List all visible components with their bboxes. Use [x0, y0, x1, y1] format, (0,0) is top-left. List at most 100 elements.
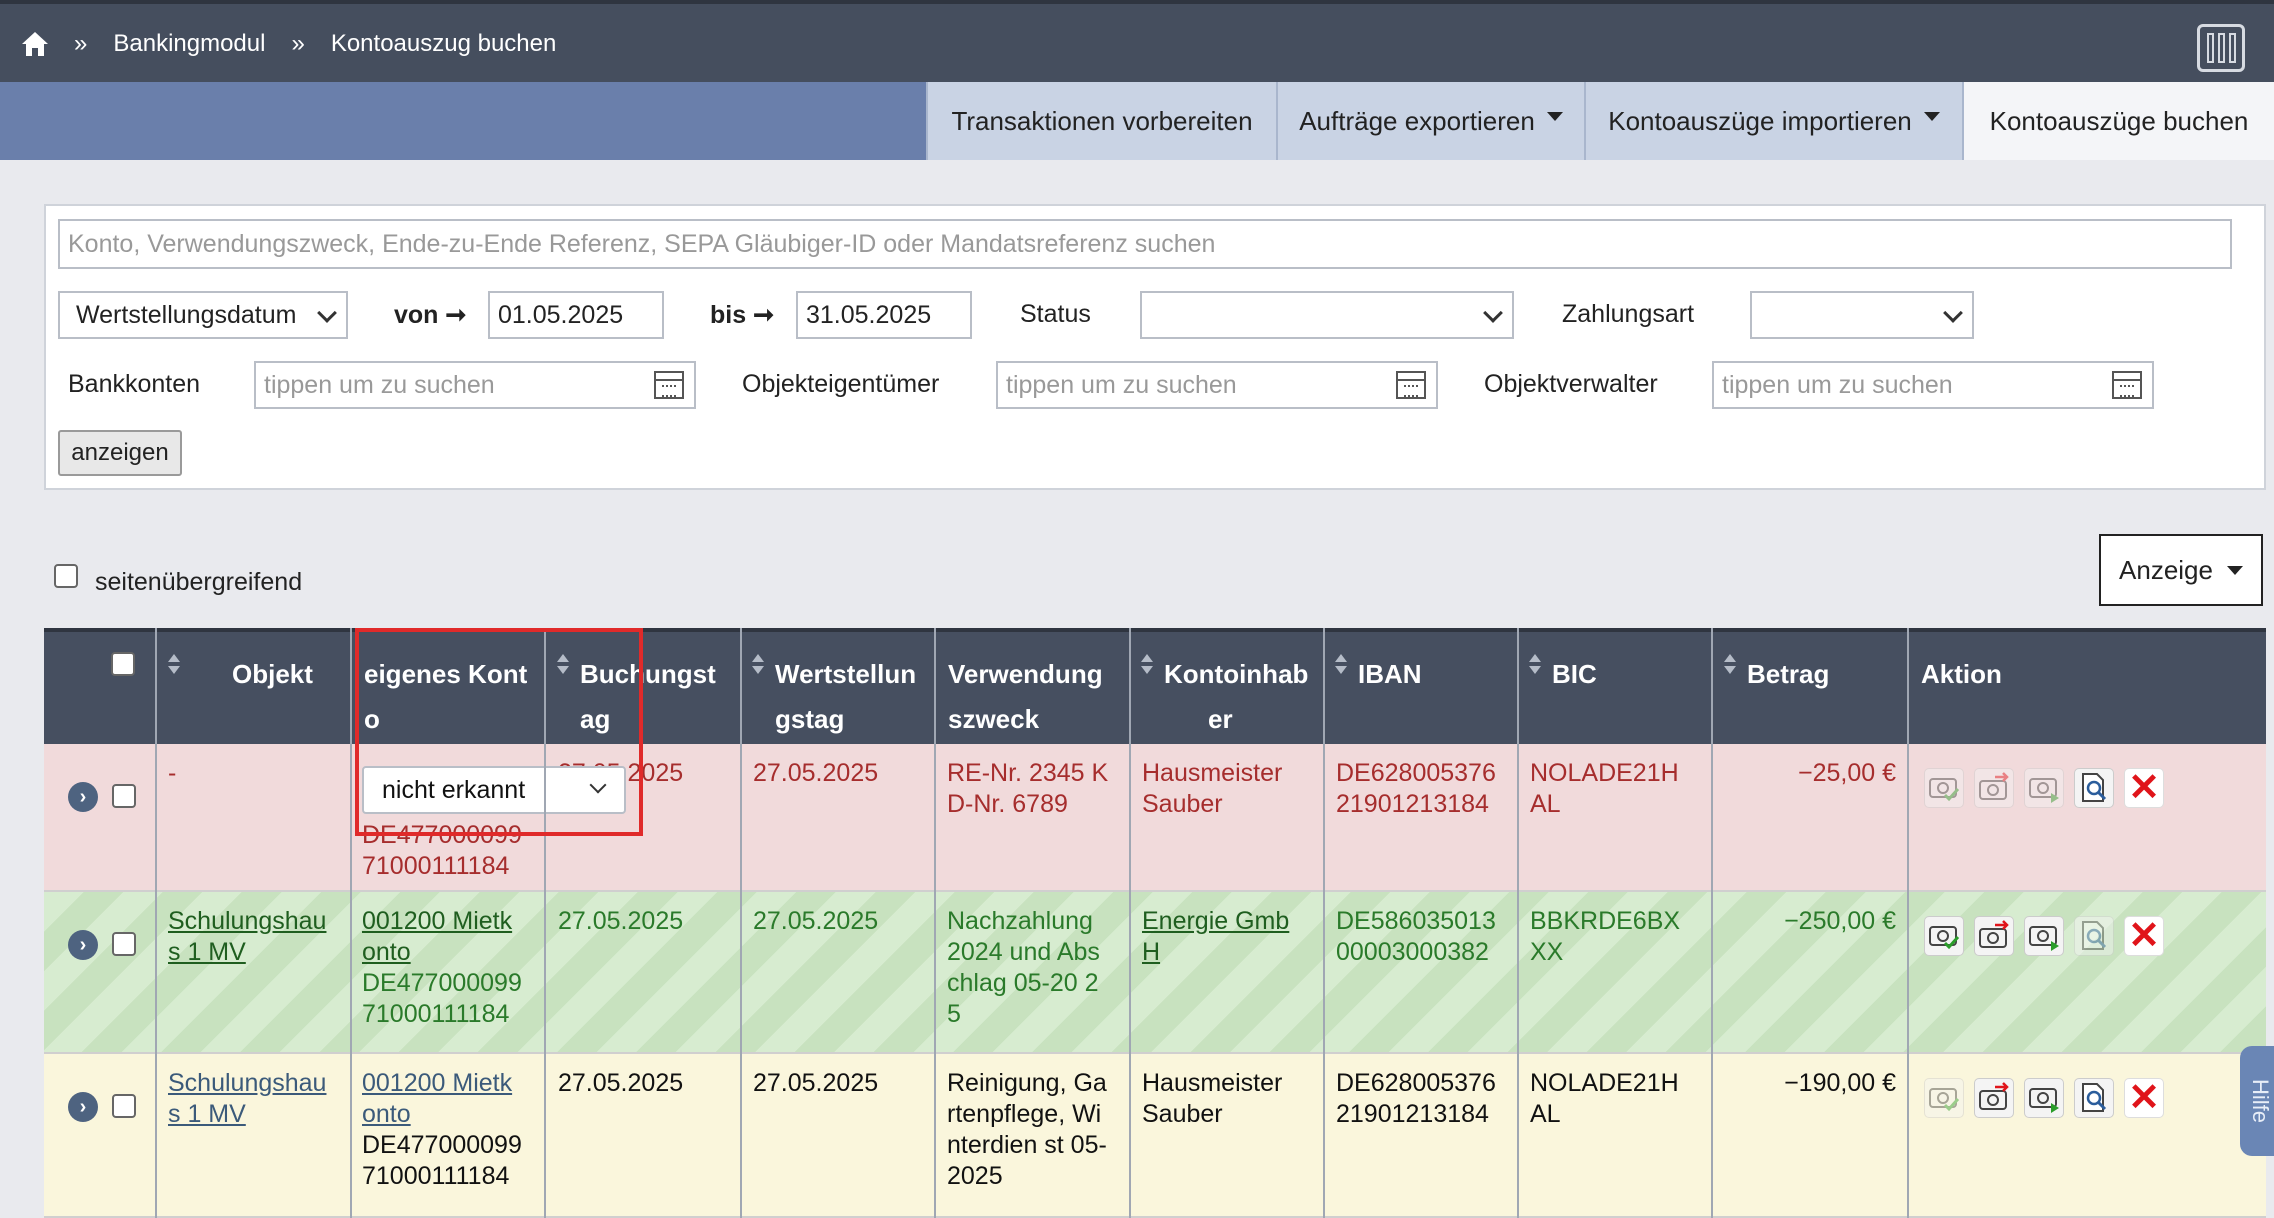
list-picker-icon[interactable] — [654, 371, 684, 399]
cell-objekt-link[interactable]: Schulungshau s 1 MV — [168, 906, 326, 968]
sort-icon[interactable] — [752, 654, 764, 676]
columns-layout-icon[interactable] — [2197, 24, 2245, 72]
tab-label: Aufträge exportieren — [1299, 105, 1535, 136]
confirm-booking-icon[interactable] — [1924, 916, 1964, 956]
list-picker-icon[interactable] — [2112, 371, 2142, 399]
payment-type-select[interactable] — [1750, 291, 1974, 339]
cell-kontoinhaber-link[interactable]: Energie Gmb H — [1142, 906, 1289, 968]
tab-strip: Transaktionen vorbereiten Aufträge expor… — [0, 82, 2274, 160]
expand-icon[interactable]: › — [68, 930, 98, 960]
expand-icon[interactable]: › — [68, 782, 98, 812]
breadcrumb: » Bankingmodul » Kontoauszug buchen — [20, 30, 582, 58]
confirm-booking-icon[interactable] — [1924, 768, 1964, 808]
cell-wertstellungstag: 27.05.2025 — [753, 1069, 879, 1097]
column-divider — [934, 628, 936, 1218]
cell-betrag: −250,00 € — [1784, 907, 1896, 935]
filter-panel: Konto, Verwendungszweck, Ende-zu-Ende Re… — [44, 204, 2266, 490]
book-money-icon[interactable] — [1974, 768, 2014, 808]
select-all-checkbox[interactable] — [111, 652, 135, 676]
sort-icon[interactable] — [1724, 654, 1736, 676]
owner-label: Objekteigentümer — [742, 370, 940, 398]
top-bar: » Bankingmodul » Kontoauszug buchen — [0, 0, 2274, 82]
column-divider — [1323, 628, 1325, 1218]
row-checkbox[interactable] — [112, 1094, 136, 1118]
expand-icon[interactable]: › — [68, 1092, 98, 1122]
column-divider — [1517, 628, 1519, 1218]
crosspage-label: seitenübergreifend — [95, 568, 303, 596]
cell-bic: BBKRDE6BX XX — [1530, 907, 1681, 966]
tab-auftraege-exportieren[interactable]: Aufträge exportieren — [1276, 82, 1584, 160]
chevron-down-icon — [1483, 303, 1503, 323]
cell-buchungstag: 27.05.2025 — [558, 907, 684, 935]
row-checkbox[interactable] — [112, 784, 136, 808]
caret-down-icon — [1923, 111, 1940, 121]
cell-objekt-link[interactable]: Schulungshau s 1 MV — [168, 1068, 326, 1130]
delete-icon[interactable]: ✕ — [2124, 916, 2164, 956]
to-date-input[interactable]: 31.05.2025 — [796, 291, 972, 339]
owner-input[interactable]: tippen um zu suchen — [996, 361, 1438, 409]
header-objekt[interactable]: Objekt — [232, 652, 313, 697]
crosspage-checkbox[interactable] — [54, 564, 78, 588]
header-verwendungszweck[interactable]: Verwendung szweck — [948, 652, 1103, 742]
date-type-select[interactable]: Wertstellungsdatum — [58, 291, 348, 339]
arrow-right-icon: ➞ — [753, 301, 775, 329]
cell-wertstellungstag: 27.05.2025 — [753, 907, 879, 935]
cell-objekt: - — [168, 759, 177, 787]
sort-icon[interactable] — [168, 654, 180, 676]
inspect-document-icon[interactable] — [2074, 916, 2114, 956]
table-row[interactable]: › Schulungshau s 1 MV 001200 Mietk onto DE4… — [44, 892, 2266, 1054]
display-button[interactable]: Anzeige — [2099, 534, 2263, 606]
forward-money-icon[interactable] — [2024, 768, 2064, 808]
help-side-tab[interactable]: Hilfe — [2240, 1046, 2274, 1156]
breadcrumb-kontoauszug-buchen[interactable]: Kontoauszug buchen — [331, 30, 557, 58]
cell-betrag: −190,00 € — [1784, 1069, 1896, 1097]
inspect-document-icon[interactable] — [2074, 1078, 2114, 1118]
header-kontoinhaber[interactable]: Kontoinhab er — [1164, 652, 1308, 742]
cell-iban: DE586035013 00003000382 — [1336, 907, 1496, 966]
column-divider — [1129, 628, 1131, 1218]
header-wertstellungstag[interactable]: Wertstellun gstag — [775, 652, 916, 742]
book-money-icon[interactable] — [1974, 1078, 2014, 1118]
highlight-box — [355, 628, 643, 836]
caret-down-icon — [1546, 111, 1563, 121]
inspect-document-icon[interactable] — [2074, 768, 2114, 808]
tab-kontoauszuege-buchen[interactable]: Kontoauszüge buchen — [1962, 82, 2274, 160]
forward-money-icon[interactable] — [2024, 916, 2064, 956]
table-row[interactable]: › Schulungshau s 1 MV 001200 Mietk onto DE4… — [44, 1054, 2266, 1218]
cell-konto: 001200 Mietk onto DE477000099 71000111184 — [362, 1069, 522, 1190]
bank-accounts-label: Bankkonten — [68, 370, 201, 398]
header-bic[interactable]: BIC — [1552, 652, 1597, 697]
forward-money-icon[interactable] — [2024, 1078, 2064, 1118]
tab-kontoauszuege-importieren[interactable]: Kontoauszüge importieren — [1584, 82, 1962, 160]
manager-input[interactable]: tippen um zu suchen — [1712, 361, 2154, 409]
confirm-booking-icon[interactable] — [1924, 1078, 1964, 1118]
arrow-right-icon: ➞ — [445, 301, 467, 329]
header-iban[interactable]: IBAN — [1358, 652, 1422, 697]
tab-label: Kontoauszüge importieren — [1608, 105, 1912, 136]
bank-accounts-placeholder: tippen um zu suchen — [264, 371, 495, 399]
to-label: bis ➞ — [710, 301, 775, 329]
home-icon[interactable] — [20, 30, 50, 58]
sort-icon[interactable] — [1529, 654, 1541, 676]
search-input[interactable]: Konto, Verwendungszweck, Ende-zu-Ende Re… — [58, 219, 2232, 269]
show-button[interactable]: anzeigen — [58, 430, 182, 476]
breadcrumb-bankingmodul[interactable]: Bankingmodul — [113, 30, 265, 58]
status-select[interactable] — [1140, 291, 1514, 339]
cell-wertstellungstag: 27.05.2025 — [753, 759, 879, 787]
tab-transaktionen-vorbereiten[interactable]: Transaktionen vorbereiten — [926, 82, 1276, 160]
sort-icon[interactable] — [1141, 654, 1153, 676]
delete-icon[interactable]: ✕ — [2124, 768, 2164, 808]
cell-bic: NOLADE21H AL — [1530, 759, 1679, 818]
row-checkbox[interactable] — [112, 932, 136, 956]
column-divider — [740, 628, 742, 1218]
book-money-icon[interactable] — [1974, 916, 2014, 956]
header-betrag[interactable]: Betrag — [1747, 652, 1829, 697]
cell-bic: NOLADE21H AL — [1530, 1069, 1679, 1128]
from-date-input[interactable]: 01.05.2025 — [488, 291, 664, 339]
sort-icon[interactable] — [1335, 654, 1347, 676]
delete-icon[interactable]: ✕ — [2124, 1078, 2164, 1118]
konto-link[interactable]: 001200 Mietk onto — [362, 1069, 512, 1128]
list-picker-icon[interactable] — [1396, 371, 1426, 399]
bank-accounts-input[interactable]: tippen um zu suchen — [254, 361, 696, 409]
konto-link[interactable]: 001200 Mietk onto — [362, 907, 512, 966]
